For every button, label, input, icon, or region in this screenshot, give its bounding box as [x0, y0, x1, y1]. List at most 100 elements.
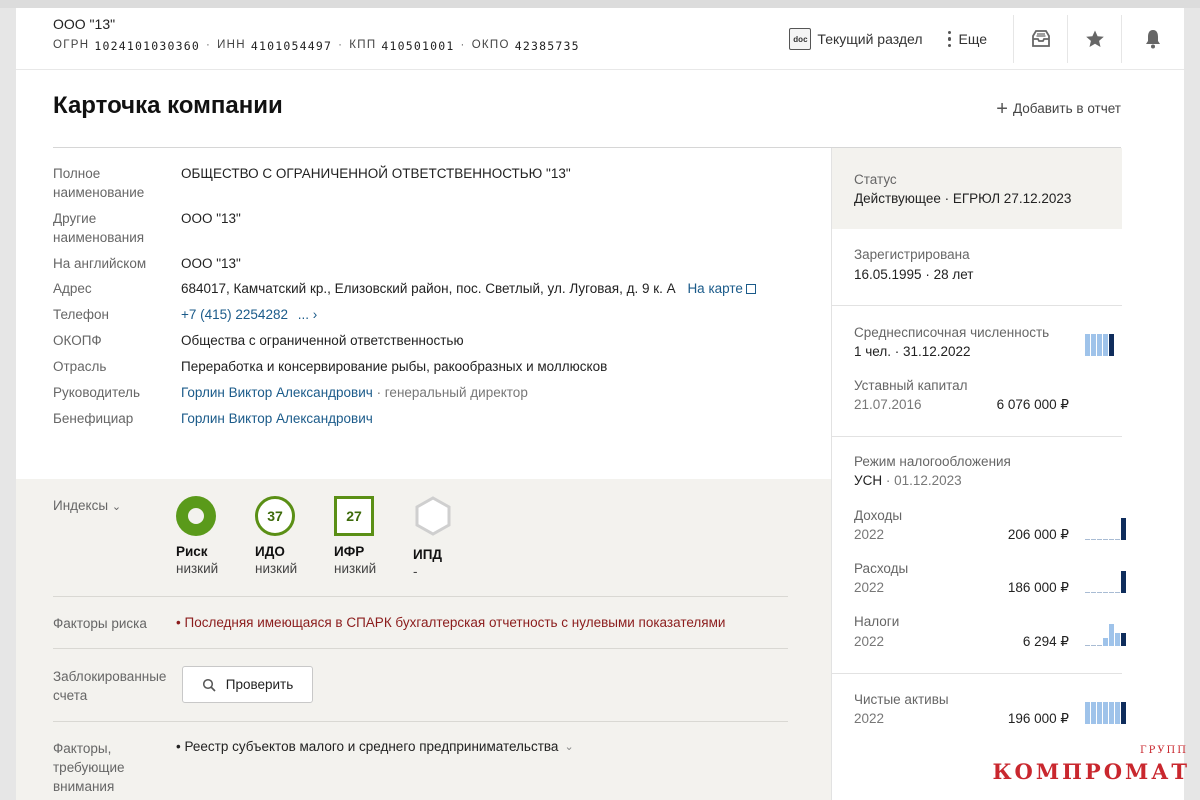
- capital-amount: 6 076 000 ₽: [996, 397, 1069, 412]
- index-level: -: [413, 564, 418, 579]
- spark-bar: [1121, 702, 1126, 724]
- page-title: Карточка компании: [53, 92, 283, 119]
- spark-bar: [1097, 592, 1102, 593]
- more-phones-link[interactable]: ... ›: [298, 307, 318, 322]
- divider: [53, 596, 788, 597]
- income-sparkline: [1085, 518, 1126, 540]
- index-risk[interactable]: Риск низкий: [176, 496, 236, 576]
- expenses-amount: 186 000 ₽: [1007, 580, 1069, 595]
- star-icon: [1085, 30, 1104, 47]
- taxes-year: 2022: [854, 634, 885, 649]
- index-name: ИДО: [255, 544, 285, 559]
- detail-other-names: Другие наименования ООО "13": [53, 209, 813, 254]
- detail-label: ОКОПФ: [53, 333, 102, 348]
- registered-value: 16.05.1995 · 28 лет: [854, 267, 974, 282]
- status-block: [832, 148, 1122, 229]
- risk-indicator-icon: [176, 496, 216, 536]
- index-badge: 27: [334, 496, 374, 536]
- doc-icon: doc: [789, 28, 812, 50]
- spark-bar: [1097, 334, 1102, 356]
- spark-bar: [1091, 592, 1096, 593]
- detail-label: Полное наименование: [53, 166, 145, 200]
- address-value: 684017, Камчатский кр., Елизовский район…: [181, 281, 676, 296]
- attention-factor-item[interactable]: • Реестр субъектов малого и среднего пре…: [176, 739, 574, 754]
- spark-bar: [1103, 334, 1108, 356]
- spark-bar: [1109, 539, 1114, 540]
- spark-bar: [1115, 539, 1120, 540]
- detail-value: Переработка и консервирование рыбы, рако…: [181, 359, 608, 374]
- ogrn-value: 1024101030360: [94, 39, 200, 53]
- summary-sidebar: Статус Действующее · ЕГРЮЛ 27.12.2023 За…: [831, 148, 1126, 800]
- blocked-accounts-label: Заблокированные счета: [53, 669, 167, 703]
- spark-bar: [1109, 592, 1114, 593]
- taxes-sparkline: [1085, 624, 1126, 646]
- spark-bar: [1103, 592, 1108, 593]
- more-button[interactable]: Еще: [935, 19, 1000, 59]
- risk-factors-label: Факторы риска: [53, 616, 147, 631]
- index-badge: 37: [255, 496, 295, 536]
- detail-label: Телефон: [53, 307, 110, 322]
- spark-bar: [1091, 702, 1096, 724]
- current-section-label: Текущий раздел: [817, 31, 923, 47]
- tax-regime-label: Режим налогообложения: [854, 454, 1011, 469]
- index-ifr[interactable]: 27 ИФР низкий: [334, 496, 394, 576]
- index-level: низкий: [255, 561, 298, 576]
- detail-value: ООО "13": [181, 256, 241, 271]
- index-level: низкий: [334, 561, 377, 576]
- phone-link[interactable]: +7 (415) 2254282: [181, 307, 288, 322]
- detail-value: ОБЩЕСТВО С ОГРАНИЧЕННОЙ ОТВЕТСТВЕННОСТЬЮ…: [181, 166, 571, 181]
- favorite-button[interactable]: [1067, 15, 1121, 63]
- plus-icon: +: [996, 97, 1008, 120]
- spark-bar: [1109, 624, 1114, 646]
- watermark-small: ГРУПП: [1139, 745, 1188, 756]
- index-ido[interactable]: 37 ИДО низкий: [255, 496, 315, 576]
- spark-bar: [1085, 539, 1090, 540]
- detail-beneficiary: Бенефициар Горлин Виктор Александрович: [53, 409, 813, 435]
- headcount-label: Среднесписочная численность: [854, 325, 1050, 340]
- current-section-button[interactable]: doc Текущий раздел: [777, 19, 934, 59]
- attention-factors-label: Факторы, требующие внимания: [53, 741, 125, 794]
- capital-date: 21.07.2016: [854, 397, 922, 412]
- spark-bar: [1085, 592, 1090, 593]
- detail-label: Руководитель: [53, 385, 140, 400]
- chevron-down-icon: ⌄: [111, 501, 122, 513]
- detail-label: Бенефициар: [53, 411, 134, 426]
- company-card-page: ООО "13" ОГРН 1024101030360 · ИНН 410105…: [16, 8, 1184, 800]
- detail-value: ООО "13": [181, 211, 241, 226]
- indices-toggle[interactable]: Индексы ⌄: [53, 498, 121, 513]
- separator: ·: [205, 39, 212, 51]
- spark-bar: [1091, 334, 1096, 356]
- spark-bar: [1091, 539, 1096, 540]
- spark-bar: [1109, 334, 1114, 356]
- index-ipd[interactable]: ИПД -: [413, 496, 473, 579]
- head-name-link[interactable]: Горлин Виктор Александрович: [181, 385, 373, 400]
- net-assets-sparkline: [1085, 702, 1126, 724]
- check-accounts-button[interactable]: Проверить: [182, 666, 313, 703]
- chevron-right-icon: ›: [309, 307, 318, 322]
- ogrn-label: ОГРН: [53, 39, 90, 51]
- status-value: Действующее · ЕГРЮЛ 27.12.2023: [854, 191, 1072, 206]
- index-level: низкий: [176, 561, 219, 576]
- beneficiary-link[interactable]: Горлин Виктор Александрович: [181, 411, 373, 426]
- detail-okopf: ОКОПФ Общества с ограниченной ответствен…: [53, 331, 813, 357]
- spark-bar: [1121, 571, 1126, 593]
- taxes-amount: 6 294 ₽: [1022, 634, 1069, 649]
- net-assets-year: 2022: [854, 711, 885, 726]
- expenses-year: 2022: [854, 580, 885, 595]
- search-icon: [202, 678, 216, 692]
- notifications-button[interactable]: [1121, 15, 1184, 63]
- add-to-report-button[interactable]: + Добавить в отчет: [996, 97, 1121, 120]
- detail-label: Адрес: [53, 281, 92, 296]
- spark-bar: [1115, 702, 1120, 724]
- spark-bar: [1115, 633, 1120, 646]
- income-amount: 206 000 ₽: [1007, 527, 1069, 542]
- divider: [53, 648, 788, 649]
- expenses-sparkline: [1085, 571, 1126, 593]
- detail-address: Адрес 684017, Камчатский кр., Елизовский…: [53, 279, 813, 305]
- map-link[interactable]: На карте: [687, 281, 756, 296]
- inbox-button[interactable]: [1013, 15, 1067, 63]
- capital-label: Уставный капитал: [854, 378, 968, 393]
- kpp-label: КПП: [349, 39, 377, 51]
- spark-bar: [1097, 702, 1102, 724]
- hexagon-icon: [415, 496, 451, 536]
